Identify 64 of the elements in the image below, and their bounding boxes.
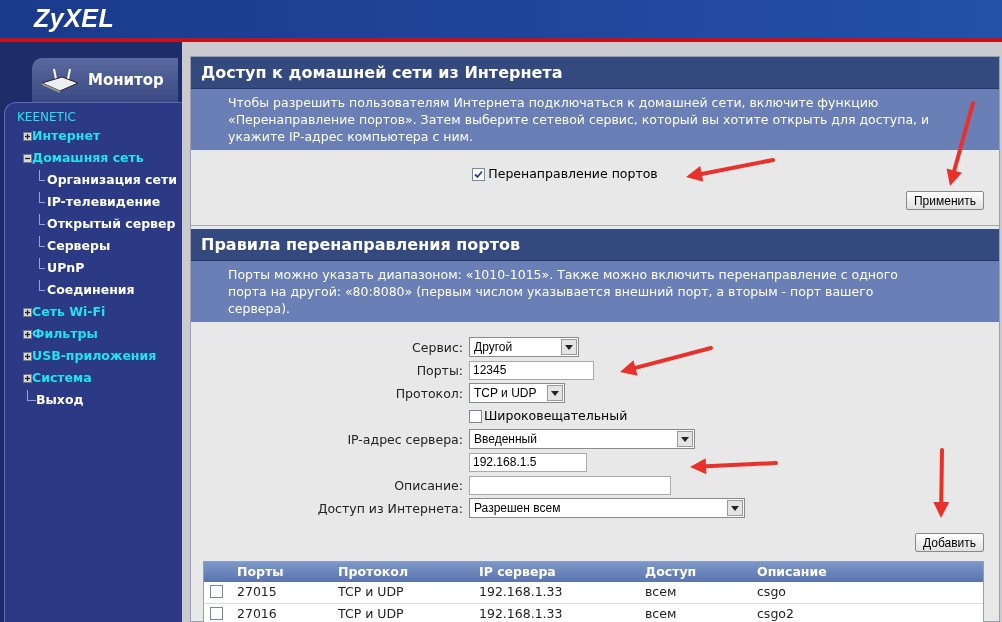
table-cell: csgo <box>757 583 786 602</box>
nav-item[interactable]: Система <box>32 368 92 388</box>
monitor-tab[interactable]: Монитор <box>32 58 178 102</box>
nav-subitem[interactable]: Соединения <box>47 280 135 300</box>
field-label: Протокол: <box>395 386 463 401</box>
table-cell-text: TCP и UDP <box>338 605 405 622</box>
column-header: Доступ <box>645 562 698 581</box>
checkbox-label: Широковещательный <box>484 406 628 425</box>
section-description: Порты можно указать диапазоном: «1010-1015». Также можно включить перенаправление с одного порта на другой: «80:8080» (первым числом указывается внешний порт, а вторым - порт вашего сервера). <box>191 261 999 322</box>
nav-item[interactable]: Фильтры <box>32 324 98 344</box>
section-title: Доступ к домашней сети из Интернета <box>191 57 999 89</box>
column-header: Порты <box>237 562 285 581</box>
field-label: Доступ из Интернета: <box>317 501 463 516</box>
expand-icon[interactable] <box>23 351 32 361</box>
expand-icon[interactable] <box>23 373 32 383</box>
add-button[interactable]: Добавить <box>914 533 984 552</box>
field-label: Описание: <box>394 478 463 493</box>
table-cell-text: 27015 <box>237 583 278 602</box>
checkbox[interactable] <box>472 167 486 181</box>
nav-subitem[interactable]: Организация сети <box>47 170 177 190</box>
expand-icon[interactable] <box>23 307 32 317</box>
checkbox-label: Перенаправление портов <box>488 165 658 183</box>
nav-subitem[interactable]: Серверы <box>47 236 111 256</box>
nav-subitem[interactable]: IP-телевидение <box>47 192 161 212</box>
field-label: Порты: <box>416 363 463 378</box>
section-description: Чтобы разрешить пользователям Интернета подключаться к домашней сети, включите функцию «Перенаправление портов». Затем выберите сетевой сервис, который вы хотите открыть для доступа, и укажите IP-адрес компьютера с ним. <box>191 89 999 150</box>
nav-subitem[interactable]: UPnP <box>47 258 85 278</box>
input-field[interactable] <box>469 475 671 495</box>
nav-item[interactable]: Выход <box>36 390 84 410</box>
logo: ZyXEL <box>34 3 115 35</box>
dropdown[interactable]: Другой <box>469 337 579 357</box>
column-header: Описание <box>757 562 827 581</box>
nav-item[interactable]: USB-приложения <box>32 346 157 366</box>
field-label: IP-адрес сервера: <box>347 432 463 447</box>
device-name: KEENETIC <box>17 109 77 125</box>
dropdown[interactable]: Разрешен всем <box>469 498 745 518</box>
table-cell-text: всем <box>645 605 678 622</box>
input-field[interactable]: 192.168.1.5 <box>469 452 587 472</box>
router-icon <box>40 67 80 93</box>
apply-button[interactable]: Применить <box>906 191 984 210</box>
column-header: Протокол <box>338 562 410 581</box>
nav-item[interactable]: Домашняя сеть <box>32 148 144 168</box>
field-label: Сервис: <box>412 340 463 355</box>
table-cell-text: 192.168.1.33 <box>479 583 564 602</box>
annotation-arrow <box>933 448 950 518</box>
table-cell-text: 27016 <box>237 605 278 622</box>
nav-subitem[interactable]: Открытый сервер <box>47 214 176 234</box>
collapse-icon[interactable] <box>23 153 32 163</box>
checkbox[interactable] <box>210 584 223 598</box>
dropdown[interactable]: Введенный <box>469 429 695 449</box>
section-title: Правила перенаправления портов <box>191 229 999 261</box>
column-header: IP сервера <box>479 562 557 581</box>
table-cell: csgo2 <box>757 605 794 622</box>
dropdown[interactable]: TCP и UDP <box>469 383 565 403</box>
nav-item[interactable]: Сеть Wi-Fi <box>32 302 106 322</box>
table-cell-text: TCP и UDP <box>338 583 405 602</box>
input-field[interactable]: 12345 <box>469 360 594 380</box>
table-cell-text: 192.168.1.33 <box>479 605 564 622</box>
expand-icon[interactable] <box>23 131 32 141</box>
expand-icon[interactable] <box>23 329 32 339</box>
checkbox[interactable] <box>469 409 482 423</box>
checkbox[interactable] <box>210 606 223 620</box>
table-cell-text: всем <box>645 583 678 602</box>
nav-item[interactable]: Интернет <box>32 126 101 146</box>
